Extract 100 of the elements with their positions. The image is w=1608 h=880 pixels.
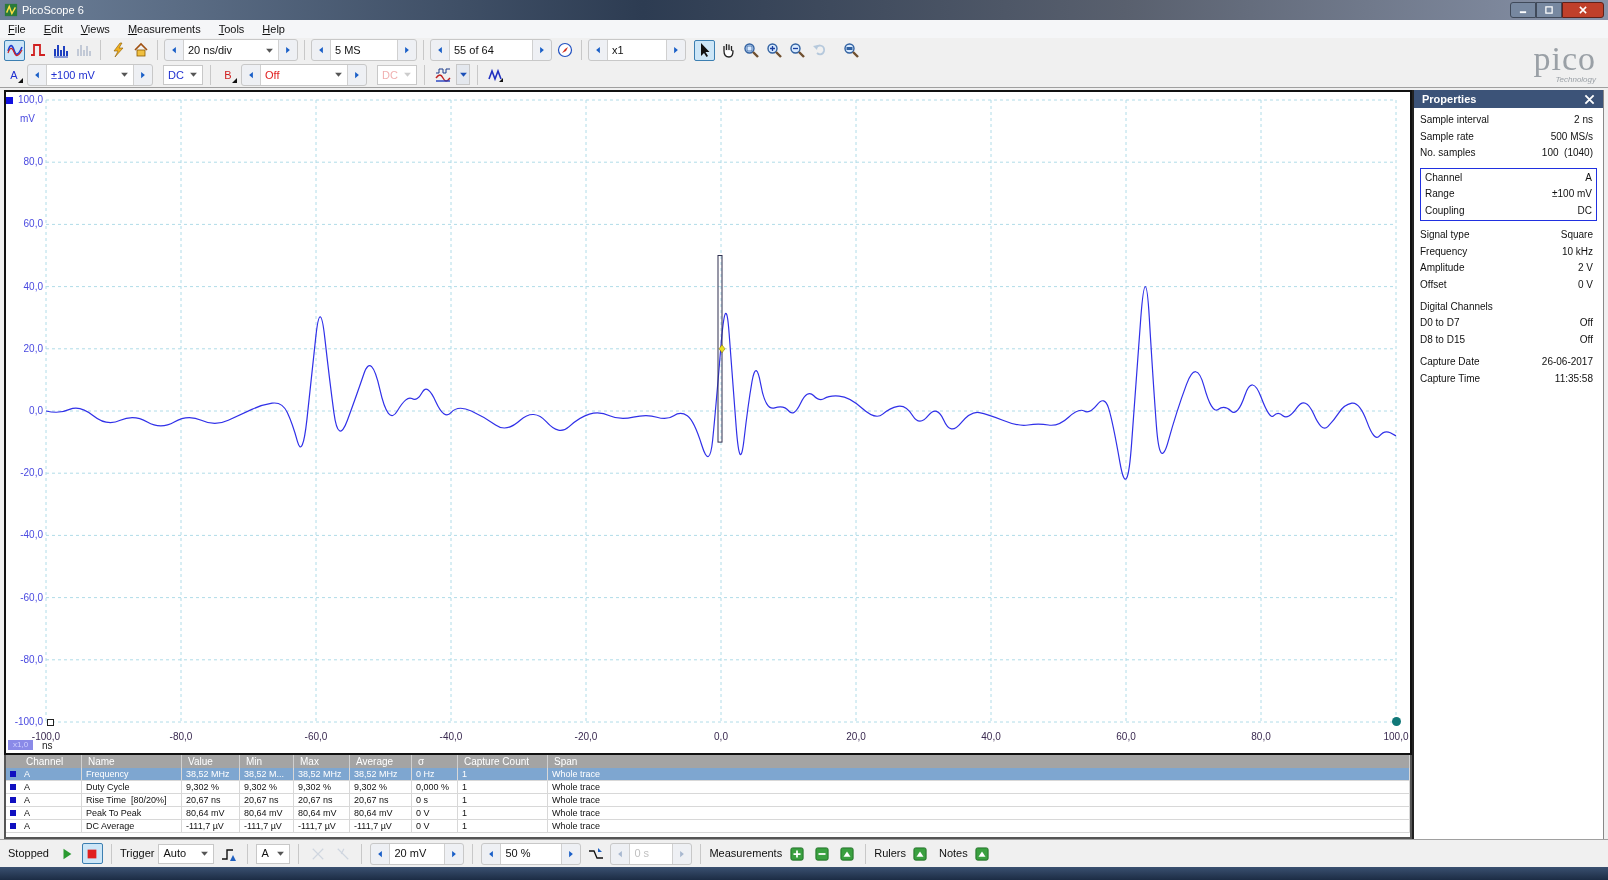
legend-icon: [10, 771, 16, 777]
table-cell: A: [20, 794, 82, 806]
table-cell: 80,64 mV: [294, 807, 350, 819]
crossed-arrows-icon: [310, 846, 325, 861]
table-cell: 1: [458, 781, 548, 793]
table-cell: 1: [458, 807, 548, 819]
axis-marker[interactable]: [47, 719, 54, 726]
menu-item[interactable]: Edit: [43, 20, 63, 38]
rulers-label: Rulers: [874, 846, 906, 862]
table-cell: 20,67 ns: [294, 794, 350, 806]
property-label: Offset: [1420, 277, 1447, 292]
ruler-marker-drawing[interactable]: [717, 255, 726, 443]
property-value: 26-06-2017: [1541, 355, 1593, 369]
property-value: 0 V: [1578, 277, 1593, 292]
dropdown[interactable]: DC: [163, 64, 203, 85]
table-row[interactable]: A DC Average -111,7 µV -111,7 µV -111,7 µV -111,7 µV 0 V 1 Whole trace: [6, 820, 1410, 833]
dropdown-button[interactable]: [456, 64, 470, 86]
table-cell: 0,000 %: [412, 781, 458, 793]
square-wave-icon: [29, 42, 46, 59]
axis-unit: ns: [42, 741, 53, 751]
property-label: Sample interval: [1420, 113, 1489, 127]
property-label: Channel: [1425, 170, 1463, 185]
menu-item[interactable]: Tools: [218, 20, 245, 38]
property-label: Amplitude: [1420, 261, 1465, 275]
table-cell: 20,67 ns: [240, 794, 294, 806]
table-cell: Whole trace: [548, 768, 1410, 780]
axis-label: -80,0: [168, 732, 194, 742]
table-cell: 9,302 %: [350, 781, 412, 793]
window-title: PicoScope 6: [22, 2, 84, 18]
legend-icon: [10, 784, 16, 790]
notes-label: Notes: [939, 846, 968, 862]
table-cell: 0 V: [412, 807, 458, 819]
property-value: ±100 mV: [1552, 187, 1592, 201]
stop-button[interactable]: [82, 843, 103, 864]
dropdown[interactable]: A: [256, 843, 291, 864]
channel-axis-marker[interactable]: [6, 97, 13, 104]
value-field[interactable]: x1: [607, 40, 667, 61]
legend-icon: [10, 823, 16, 829]
axis-label: 60,0: [1115, 732, 1137, 742]
axis-label: -20,0: [20, 468, 43, 479]
menu-item[interactable]: File: [8, 20, 26, 38]
tool-button[interactable]: [694, 39, 715, 61]
table-cell: Whole trace: [548, 807, 1410, 819]
property-value: 500 MS/s: [1550, 129, 1593, 144]
value-field[interactable]: Off: [260, 64, 348, 85]
table-cell: -111,7 µV: [182, 820, 240, 832]
axis-label: 0,0: [29, 406, 43, 416]
table-cell: A: [20, 807, 82, 819]
table-cell: 38,52 MHz: [182, 768, 240, 780]
zoom-icon: [742, 42, 759, 59]
value-field[interactable]: ±100 mV: [46, 64, 134, 85]
table-row[interactable]: A Peak To Peak 80,64 mV 80,64 mV 80,64 mV 80,64 mV 0 V 1 Whole trace: [6, 807, 1410, 820]
axis-label: 20,0: [845, 732, 867, 742]
value-field[interactable]: 50 %: [500, 843, 563, 864]
table-row[interactable]: A Rise Time [80/20%] 20,67 ns 20,67 ns 20,67 ns 20,67 ns 0 s 1 Whole trace: [6, 794, 1410, 807]
mode-button[interactable]: [4, 39, 25, 61]
value-field[interactable]: 55 of 64: [449, 40, 533, 61]
menu-item[interactable]: Measurements: [127, 20, 201, 38]
property-value: 11:35:58: [1554, 371, 1593, 386]
axis-label: 100,0: [1382, 732, 1410, 742]
minimize-button[interactable]: [1510, 2, 1536, 18]
property-value: A: [1585, 170, 1592, 185]
axis-label: 80,0: [1250, 732, 1272, 742]
axis-unit: mV: [20, 114, 35, 124]
value-field[interactable]: 5 MS: [330, 40, 398, 61]
axis-marker[interactable]: [1392, 717, 1401, 726]
table-cell: Whole trace: [548, 820, 1410, 832]
value-field[interactable]: 20 ns/div: [183, 40, 279, 61]
menu-item[interactable]: Help: [262, 20, 285, 38]
table-cell: -111,7 µV: [294, 820, 350, 832]
close-button[interactable]: [1562, 2, 1604, 18]
table-row[interactable]: A Duty Cycle 9,302 % 9,302 % 9,302 % 9,302 % 0,000 % 1 Whole trace: [6, 781, 1410, 794]
axis-label: -100,0: [14, 717, 43, 727]
maximize-button[interactable]: [1536, 2, 1562, 18]
table-cell: A: [20, 768, 82, 780]
section-heading: Digital Channels: [1420, 300, 1494, 314]
table-cell: Duty Cycle: [82, 781, 182, 793]
legend-icon: [10, 797, 16, 803]
axis-label: 60,0: [23, 219, 43, 230]
maximize-icon: [1544, 5, 1554, 15]
panel-title: Properties: [1422, 91, 1477, 107]
value-field[interactable]: 20 mV: [389, 843, 446, 864]
dropdown[interactable]: Auto: [158, 843, 215, 864]
table-cell: Rise Time [80/20%]: [82, 794, 182, 806]
axis-label: -60,0: [20, 592, 43, 603]
axis-label: -20,0: [573, 732, 599, 742]
table-cell: Whole trace: [548, 781, 1410, 793]
run-status: Stopped: [8, 846, 49, 862]
table-cell: 9,302 %: [240, 781, 294, 793]
bar-chart-icon: [75, 42, 92, 59]
caret-icon: [458, 70, 468, 80]
property-label: Signal type: [1420, 228, 1470, 242]
table-cell: 38,52 MHz: [350, 768, 412, 780]
table-cell: DC Average: [82, 820, 182, 832]
zoom-badge: x1,0: [8, 740, 34, 750]
menu-item[interactable]: Views: [80, 20, 110, 38]
axis-label: 80,0: [23, 157, 43, 168]
axis-label: -80,0: [20, 654, 43, 665]
house-icon: [132, 42, 149, 59]
axis-label: -40,0: [20, 530, 43, 541]
